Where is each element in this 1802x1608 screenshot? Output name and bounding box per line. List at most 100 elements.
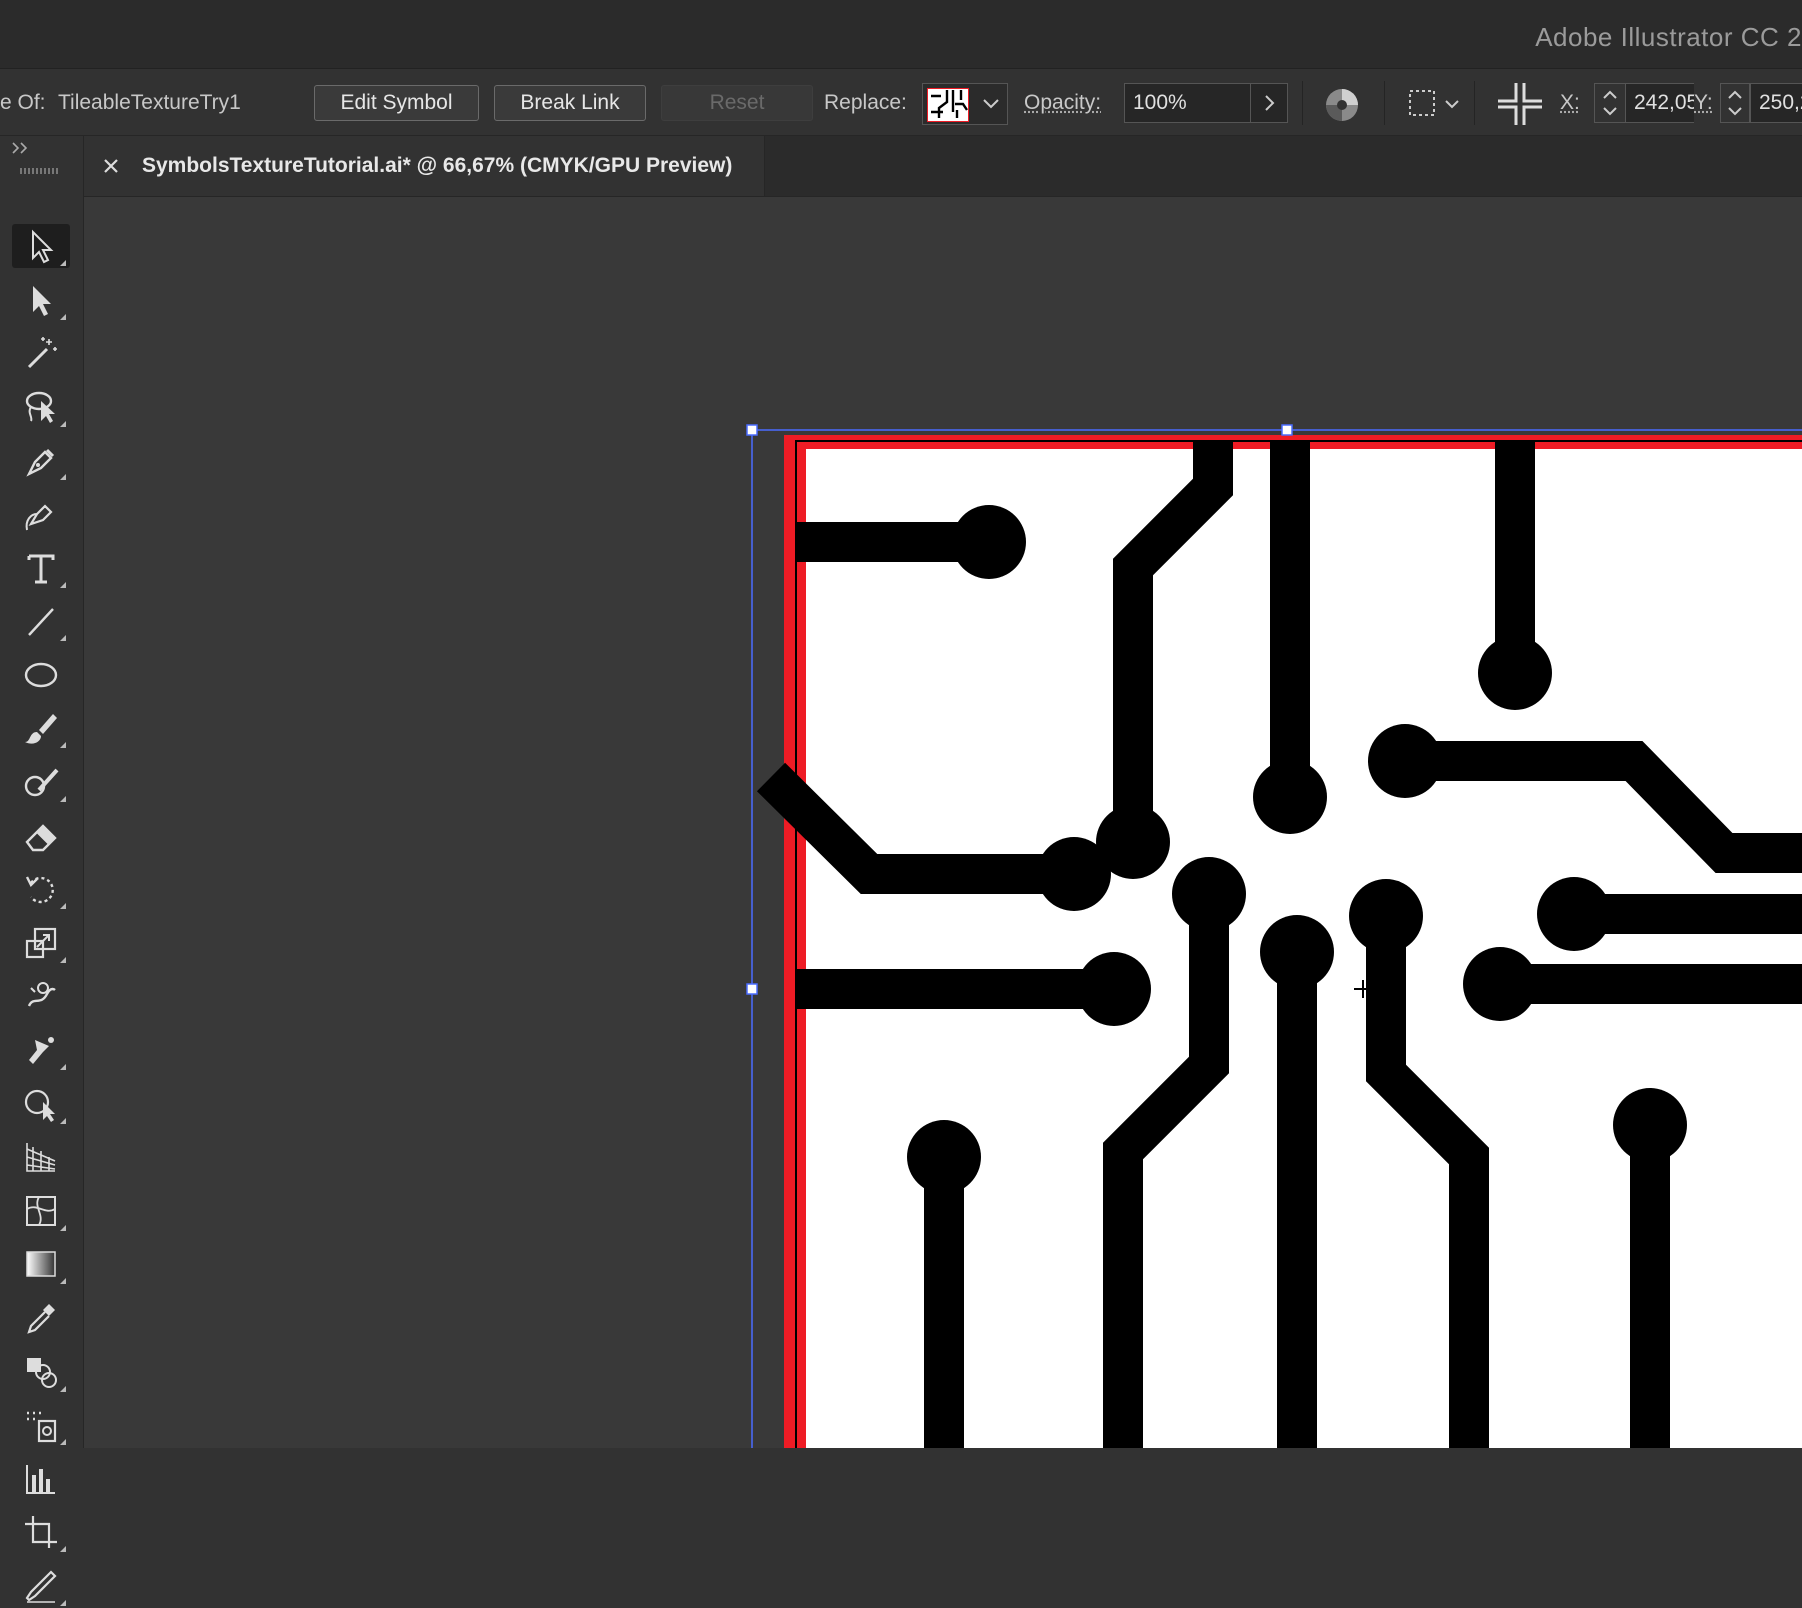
tool-flyout-indicator (60, 742, 66, 749)
slice-tool[interactable] (12, 1564, 70, 1608)
scale-tool[interactable] (12, 921, 70, 965)
perspective-grid-icon (26, 1143, 56, 1172)
stepper-arrows-icon (1603, 90, 1617, 116)
tool-flyout-indicator (60, 1224, 66, 1231)
type-tool[interactable] (12, 546, 70, 590)
replace-symbol-picker[interactable] (922, 83, 1008, 125)
x-label: X: (1560, 91, 1580, 114)
selection-tool[interactable] (12, 224, 70, 268)
rotate-icon (25, 876, 54, 904)
align-options-button[interactable] (1404, 83, 1464, 125)
ellipse-icon (24, 662, 58, 687)
line-segment-tool[interactable] (12, 599, 70, 643)
panel-grip[interactable] (20, 168, 60, 174)
separator (1302, 81, 1303, 125)
paintbrush-tool[interactable] (12, 706, 70, 750)
selection-handle[interactable] (746, 424, 758, 436)
control-bar: e Of: TileableTextureTry1 Edit Symbol Br… (0, 69, 1802, 136)
tool-flyout-indicator (60, 1117, 66, 1124)
puppet-warp-tool[interactable] (12, 1028, 70, 1072)
tool-flyout-indicator (60, 420, 66, 427)
pen-icon (26, 449, 55, 478)
canvas[interactable] (84, 197, 1802, 1448)
perspective-grid-tool[interactable] (12, 1135, 70, 1179)
blend-tool[interactable] (12, 1350, 70, 1394)
symbol-sprayer-icon (27, 1411, 57, 1443)
artboard-icon (25, 1516, 57, 1549)
shape-builder-tool[interactable] (12, 1082, 70, 1126)
recolor-artwork-button[interactable] (1322, 85, 1362, 125)
title-bar: Adobe Illustrator CC 2 (0, 0, 1802, 69)
pen-tool[interactable] (12, 438, 70, 482)
replace-label: Replace: (824, 91, 907, 114)
opacity-value: 100% (1133, 91, 1187, 114)
eraser-tool[interactable] (12, 814, 70, 858)
line-segment-icon (28, 608, 54, 637)
document-tab[interactable]: SymbolsTextureTutorial.ai* @ 66,67% (CMY… (84, 136, 765, 196)
tool-flyout-indicator (60, 1439, 66, 1446)
tool-flyout-indicator (60, 581, 66, 588)
shaper-icon (24, 768, 59, 797)
break-link-button[interactable]: Break Link (494, 85, 646, 121)
symbol-sprayer-tool[interactable] (12, 1403, 70, 1447)
gradient-tool[interactable] (12, 1242, 70, 1286)
puppet-warp-icon (29, 1037, 54, 1064)
separator (1474, 81, 1475, 125)
color-wheel-icon (1326, 89, 1358, 121)
tool-flyout-indicator (60, 956, 66, 963)
curvature-icon (25, 504, 53, 531)
artwork[interactable] (84, 197, 1802, 1448)
chevron-right-icon (1265, 95, 1275, 111)
shape-builder-icon (24, 1089, 55, 1122)
warp-tool[interactable] (12, 974, 70, 1018)
tool-flyout-indicator (60, 1064, 66, 1070)
rotate-tool[interactable] (12, 867, 70, 911)
magic-wand-icon (27, 337, 57, 369)
reference-point-icon (1498, 83, 1542, 125)
y-field[interactable]: 250,24 (1750, 83, 1802, 123)
tool-flyout-indicator (60, 1546, 66, 1553)
slice-icon (25, 1570, 57, 1603)
reset-button[interactable]: Reset (661, 85, 813, 121)
selection-handle[interactable] (746, 983, 758, 995)
collapse-panel-icon[interactable] (10, 140, 32, 156)
direct-selection-tool[interactable] (12, 278, 70, 322)
type-icon (27, 554, 55, 584)
document-tab-strip: SymbolsTextureTutorial.ai* @ 66,67% (CMY… (84, 136, 1802, 197)
reference-point-button[interactable] (1496, 81, 1544, 127)
chevron-down-icon (983, 99, 999, 109)
warp-icon (27, 982, 56, 1007)
shaper-tool[interactable] (12, 760, 70, 804)
eyedropper-tool[interactable] (12, 1296, 70, 1340)
x-stepper[interactable] (1594, 83, 1626, 123)
align-to-icon (1409, 90, 1459, 116)
y-label-visible: Y: (1694, 91, 1713, 114)
tools-panel (0, 136, 84, 1606)
stepper-arrows-icon (1728, 90, 1742, 116)
curvature-tool[interactable] (12, 492, 70, 536)
edit-symbol-button[interactable]: Edit Symbol (314, 85, 479, 121)
column-graph-tool[interactable] (12, 1457, 70, 1501)
artboard-tool[interactable] (12, 1510, 70, 1554)
column-graph-icon (26, 1464, 55, 1494)
close-tab-button[interactable] (98, 153, 124, 179)
y-stepper[interactable] (1720, 83, 1750, 123)
separator (1384, 81, 1385, 125)
y-value: 250,24 (1759, 91, 1802, 114)
selection-handle[interactable] (1281, 424, 1293, 436)
app-title: Adobe Illustrator CC 2 (1535, 22, 1802, 52)
direct-selection-icon (33, 285, 51, 316)
opacity-expand-button[interactable] (1250, 83, 1289, 123)
mesh-icon (26, 1195, 56, 1226)
opacity-label[interactable]: Opacity: (1024, 91, 1101, 115)
ellipse-tool[interactable] (12, 653, 70, 697)
magic-wand-tool[interactable] (12, 331, 70, 375)
tool-flyout-indicator (60, 313, 66, 320)
tool-flyout-indicator (60, 903, 66, 910)
mesh-tool[interactable] (12, 1189, 70, 1233)
tool-flyout-indicator (60, 635, 66, 642)
lasso-tool[interactable] (12, 385, 70, 429)
tool-flyout-indicator (60, 1278, 66, 1285)
instance-label: e Of: (0, 91, 46, 114)
eraser-icon (25, 823, 57, 851)
